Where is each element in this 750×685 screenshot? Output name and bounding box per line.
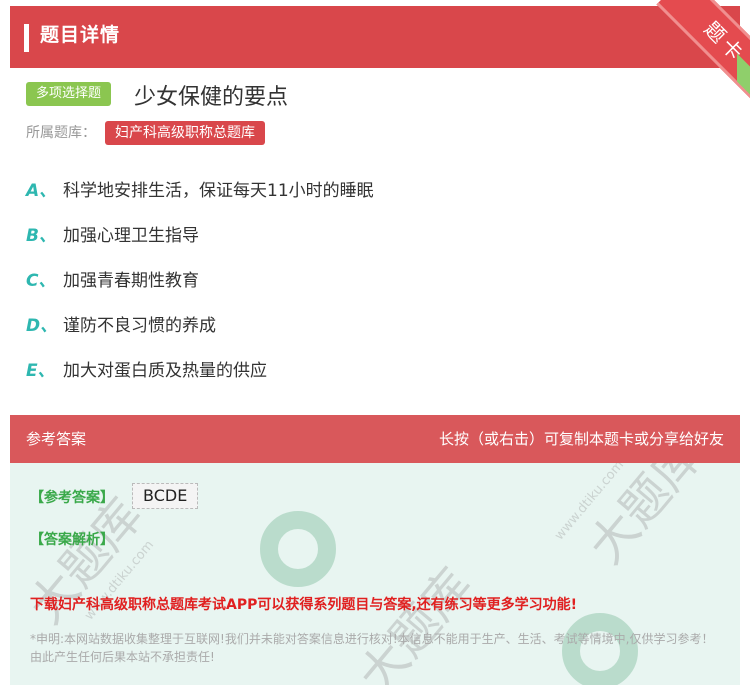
page-header: 题目详情	[10, 6, 740, 68]
watermark-text: 大题库	[578, 463, 714, 575]
question-title: 少女保健的要点	[134, 85, 289, 110]
option-a[interactable]: A、 科学地安排生活，保证每天11小时的睡眠	[26, 175, 374, 201]
question-type-badge: 多项选择题	[26, 82, 112, 106]
ribbon-label: 题卡	[699, 16, 750, 68]
option-e[interactable]: E、 加大对蛋白质及热量的供应	[26, 355, 267, 381]
explanation-label: 【答案解析】	[30, 532, 114, 548]
option-d[interactable]: D、 谨防不良习惯的养成	[26, 310, 216, 336]
watermark-logo	[260, 511, 336, 587]
corner-ribbon: 题卡	[640, 0, 750, 100]
answer-section-title: 参考答案	[26, 430, 87, 448]
option-letter: B、	[26, 225, 56, 246]
option-text: 加强青春期性教育	[63, 270, 199, 291]
option-letter: D、	[26, 315, 58, 336]
option-text: 谨防不良习惯的养成	[63, 315, 216, 336]
answer-label: 【参考答案】	[30, 490, 114, 506]
option-letter: E、	[26, 360, 55, 381]
option-text: 加强心理卫生指导	[63, 225, 199, 246]
option-letter: A、	[26, 180, 57, 201]
option-c[interactable]: C、 加强青春期性教育	[26, 265, 199, 291]
header-accent-bar	[24, 24, 29, 52]
bank-label: 所属题库：	[26, 125, 96, 141]
app-promo-link[interactable]: 下载妇产科高级职称总题库考试APP可以获得系列题目与答案,还有练习等更多学习功能…	[30, 594, 577, 614]
disclaimer: *申明:本网站数据收集整理于互联网!我们并未能对答案信息进行核对!本信息不能用于…	[30, 632, 714, 664]
option-b[interactable]: B、 加强心理卫生指导	[26, 220, 199, 246]
option-letter: C、	[26, 270, 56, 291]
option-text: 科学地安排生活，保证每天11小时的睡眠	[63, 180, 374, 201]
page-title: 题目详情	[40, 24, 121, 46]
bank-tag[interactable]: 妇产科高级职称总题库	[105, 121, 265, 145]
share-hint: 长按（或右击）可复制本题卡或分享给好友	[438, 430, 724, 448]
answer-value: BCDE	[132, 483, 199, 509]
option-text: 加大对蛋白质及热量的供应	[63, 360, 267, 381]
answer-header: 参考答案 长按（或右击）可复制本题卡或分享给好友	[10, 415, 740, 463]
answer-body: 大题库 大题库 大题库 www.dtiku.com www.dtiku.com …	[10, 463, 740, 685]
